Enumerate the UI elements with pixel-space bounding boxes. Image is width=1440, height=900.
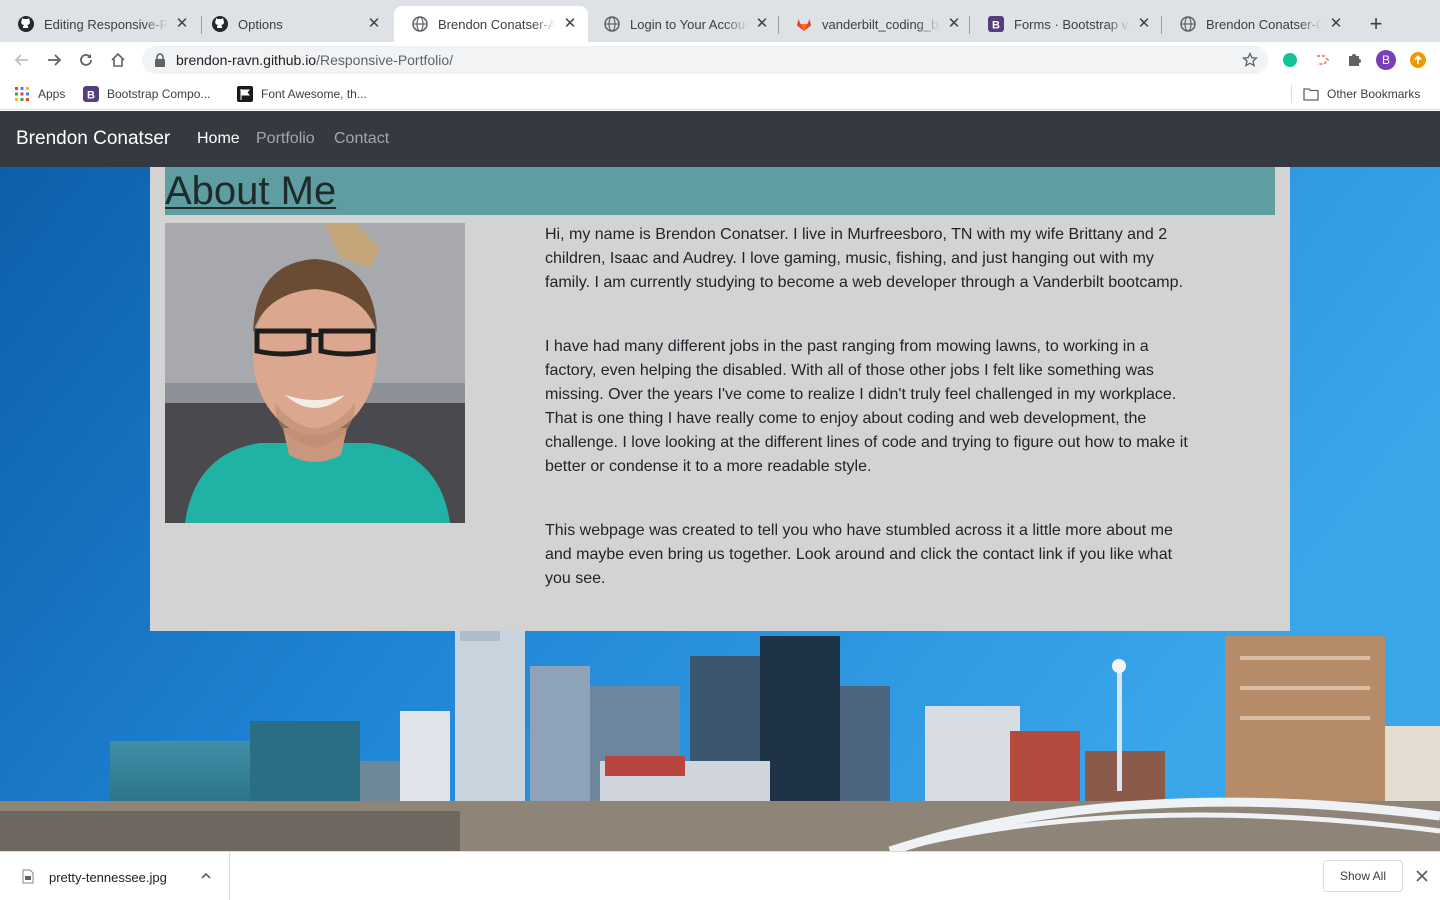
bookmark-star-icon[interactable] xyxy=(1241,51,1259,68)
bootstrap-icon: B xyxy=(83,86,99,102)
nav-link-contact[interactable]: Contact xyxy=(334,130,389,148)
show-all-downloads-button[interactable]: Show All xyxy=(1323,860,1403,892)
page-title: About Me xyxy=(165,169,337,213)
svg-text:B: B xyxy=(992,20,1000,32)
gitlab-icon xyxy=(796,16,812,32)
cast-extension-icon[interactable] xyxy=(1310,48,1334,72)
github-icon xyxy=(18,16,34,32)
close-icon[interactable] xyxy=(1414,868,1430,884)
browser-tab-strip: Editing Responsive-Portfolio ✕ Options ✕… xyxy=(0,0,1440,42)
browser-tab[interactable]: Options ✕ xyxy=(194,6,392,42)
browser-tab-title: Options xyxy=(238,16,283,32)
nav-link-portfolio[interactable]: Portfolio xyxy=(256,130,315,148)
browser-tab-title: Login to Your Account xyxy=(630,16,748,32)
close-tab-icon[interactable]: ✕ xyxy=(946,16,962,32)
about-me-text: Hi, my name is Brendon Conatser. I live … xyxy=(545,223,1195,631)
browser-tab-title: Editing Responsive-Portfolio xyxy=(44,16,168,32)
close-tab-icon[interactable]: ✕ xyxy=(174,16,190,32)
image-file-icon xyxy=(22,869,34,884)
url-path: /Responsive-Portfolio/ xyxy=(316,52,454,68)
browser-tab[interactable]: B Forms · Bootstrap v4.5 ✕ xyxy=(970,6,1162,42)
bookmark-label: Other Bookmarks xyxy=(1327,87,1421,101)
bookmark-apps[interactable]: Apps xyxy=(14,85,65,103)
browser-tab-title: Brendon Conatser-Contact xyxy=(1206,16,1322,32)
nav-link-home[interactable]: Home xyxy=(197,130,240,148)
bookmark-label: Bootstrap Compo... xyxy=(107,87,211,101)
bookmarks-bar: Apps B Bootstrap Compo... Font Awesome, … xyxy=(0,78,1440,110)
browser-tab-active[interactable]: Brendon Conatser-About Me ✕ xyxy=(394,6,588,42)
grammarly-extension-icon[interactable] xyxy=(1278,48,1302,72)
update-arrow-icon[interactable] xyxy=(1406,48,1430,72)
bio-paragraph: I have had many different jobs in the pa… xyxy=(545,338,1188,475)
browser-tab[interactable]: Brendon Conatser-Contact ✕ xyxy=(1162,6,1354,42)
github-icon xyxy=(212,16,228,32)
globe-icon xyxy=(412,16,428,32)
about-me-header: About Me xyxy=(165,167,1275,215)
new-tab-button[interactable]: + xyxy=(1364,12,1388,36)
font-awesome-flag-icon xyxy=(237,86,253,102)
close-tab-icon[interactable]: ✕ xyxy=(366,16,382,32)
browser-tab-title: Brendon Conatser-About Me xyxy=(438,16,556,32)
home-icon[interactable] xyxy=(106,48,130,72)
address-bar[interactable]: brendon-ravn.github.io/Responsive-Portfo… xyxy=(142,46,1268,74)
close-tab-icon[interactable]: ✕ xyxy=(1136,16,1152,32)
browser-toolbar: brendon-ravn.github.io/Responsive-Portfo… xyxy=(0,42,1440,78)
browser-tab[interactable]: Login to Your Account ✕ xyxy=(586,6,780,42)
download-shelf: pretty-tennessee.jpg Show All xyxy=(0,851,1440,900)
url-host: brendon-ravn.github.io xyxy=(176,52,317,68)
browser-tab[interactable]: vanderbilt_coding_bootcamp ✕ xyxy=(778,6,972,42)
bookmark-font-awesome[interactable]: Font Awesome, th... xyxy=(237,85,367,103)
bio-paragraph: Hi, my name is Brendon Conatser. I live … xyxy=(545,226,1183,291)
globe-icon xyxy=(1180,16,1196,32)
back-arrow-icon[interactable] xyxy=(10,48,34,72)
chevron-up-icon[interactable] xyxy=(199,869,213,883)
navbar-brand[interactable]: Brendon Conatser xyxy=(16,128,170,150)
download-item[interactable]: pretty-tennessee.jpg xyxy=(0,852,230,900)
extensions-puzzle-icon[interactable] xyxy=(1342,48,1366,72)
apps-grid-icon xyxy=(14,86,30,102)
bookmark-other-bookmarks[interactable]: Other Bookmarks xyxy=(1303,85,1420,103)
lock-icon[interactable] xyxy=(154,53,168,67)
browser-tab[interactable]: Editing Responsive-Portfolio ✕ xyxy=(0,6,200,42)
bootstrap-icon: B xyxy=(988,16,1004,32)
close-tab-icon[interactable]: ✕ xyxy=(1328,16,1344,32)
profile-initial: B xyxy=(1381,53,1390,67)
bookmark-bootstrap[interactable]: B Bootstrap Compo... xyxy=(83,85,210,103)
bookmarks-divider xyxy=(1291,85,1292,103)
forward-arrow-icon[interactable] xyxy=(42,48,66,72)
bookmark-label: Font Awesome, th... xyxy=(261,87,367,101)
close-tab-icon[interactable]: ✕ xyxy=(562,16,578,32)
reload-icon[interactable] xyxy=(74,48,98,72)
download-file-name: pretty-tennessee.jpg xyxy=(49,870,167,885)
page-viewport: Brendon Conatser Home Portfolio Contact … xyxy=(0,111,1440,851)
browser-tab-title: vanderbilt_coding_bootcamp xyxy=(822,16,940,32)
close-tab-icon[interactable]: ✕ xyxy=(754,16,770,32)
about-me-section: About Me Hi, my name is Brendon Conatser… xyxy=(150,167,1290,631)
bio-paragraph: This webpage was created to tell you who… xyxy=(545,522,1173,587)
folder-icon xyxy=(1303,86,1319,102)
profile-photo xyxy=(165,223,465,523)
bookmark-label: Apps xyxy=(38,87,66,101)
profile-avatar[interactable]: B xyxy=(1374,48,1398,72)
site-navbar: Brendon Conatser Home Portfolio Contact xyxy=(0,111,1440,167)
globe-icon xyxy=(604,16,620,32)
svg-text:B: B xyxy=(87,90,95,102)
browser-tab-title: Forms · Bootstrap v4.5 xyxy=(1014,16,1130,32)
